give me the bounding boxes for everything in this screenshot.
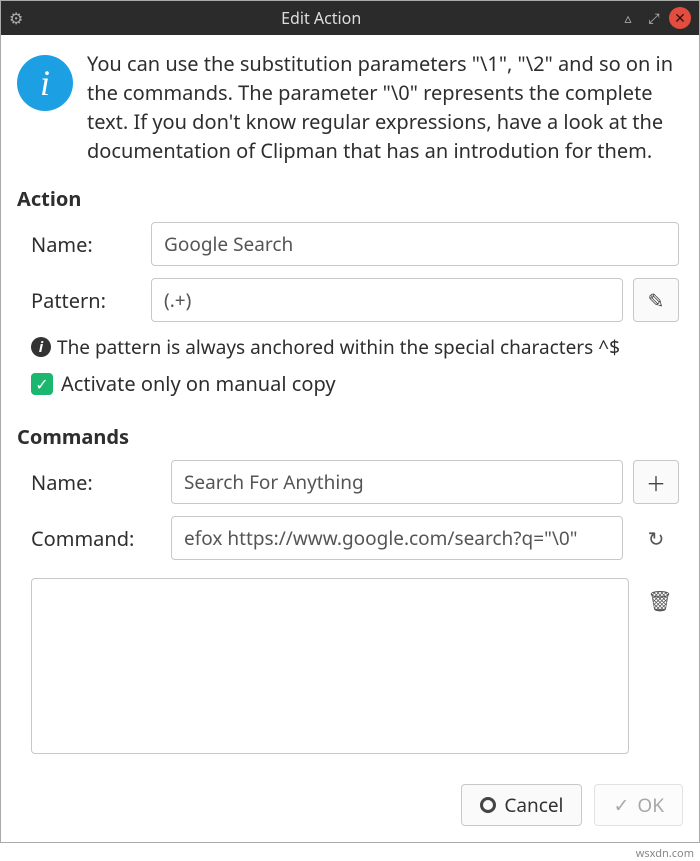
activate-label: Activate only on manual copy — [61, 370, 336, 397]
trash-icon: 🗑 — [647, 587, 672, 614]
cancel-icon — [480, 797, 496, 813]
commands-section-header: Commands — [17, 423, 683, 450]
command-name-label: Name: — [31, 469, 161, 496]
intro-text: You can use the substitution parameters … — [87, 49, 683, 165]
window-title: Edit Action — [29, 7, 613, 29]
action-pattern-label: Pattern: — [31, 287, 141, 314]
gear-icon[interactable]: ⚙ — [9, 7, 23, 29]
add-command-button[interactable]: ＋ — [633, 460, 679, 504]
window-shade-icon[interactable]: ▵ — [617, 7, 639, 29]
command-label: Command: — [31, 525, 161, 552]
window-maximize-icon[interactable]: ⤢ — [643, 7, 665, 29]
command-input[interactable] — [171, 516, 623, 560]
pattern-note: The pattern is always anchored within th… — [57, 334, 620, 360]
info-icon: i — [17, 55, 73, 111]
ok-button[interactable]: ✓ OK — [594, 784, 683, 826]
titlebar[interactable]: ⚙ Edit Action ▵ ⤢ ✕ — [1, 1, 699, 35]
close-icon[interactable]: ✕ — [669, 7, 691, 29]
plus-icon: ＋ — [646, 468, 666, 497]
cancel-button[interactable]: Cancel — [461, 784, 582, 826]
action-name-label: Name: — [31, 231, 141, 258]
info-mini-icon: i — [31, 337, 51, 357]
edit-pattern-button[interactable]: ✎ — [633, 278, 679, 322]
activate-checkbox[interactable]: ✓ — [31, 373, 53, 395]
edit-action-dialog: ⚙ Edit Action ▵ ⤢ ✕ i You can use the su… — [0, 0, 700, 843]
action-section-header: Action — [17, 185, 683, 212]
delete-command-button[interactable]: 🗑 — [637, 578, 683, 622]
command-name-input[interactable] — [171, 460, 623, 504]
commands-listbox[interactable] — [31, 578, 629, 754]
watermark: wsxdn.com — [636, 846, 694, 861]
pencil-icon: ✎ — [648, 287, 665, 314]
action-pattern-input[interactable] — [151, 278, 623, 322]
refresh-command-button[interactable]: ↻ — [633, 516, 679, 560]
action-name-input[interactable] — [151, 222, 679, 266]
refresh-icon: ↻ — [648, 525, 665, 552]
check-icon: ✓ — [613, 792, 629, 818]
